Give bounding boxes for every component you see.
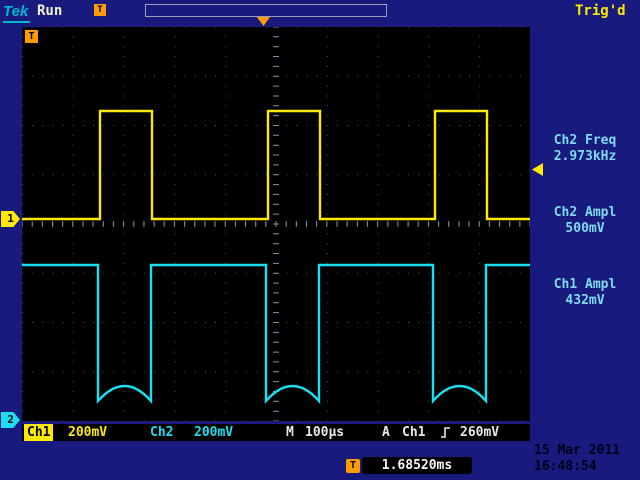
measurement-value: 432mV bbox=[533, 293, 637, 309]
trigger-time-t-icon: T bbox=[346, 459, 360, 473]
graticule: T bbox=[22, 27, 530, 421]
acquisition-state-label: Run bbox=[37, 3, 62, 19]
trigger-level-t-icon: T bbox=[25, 30, 38, 43]
ch2-trace bbox=[22, 265, 530, 401]
trigger-time-value: 1.68520ms bbox=[362, 457, 472, 474]
ch1-scale-badge: Ch1 bbox=[24, 424, 53, 441]
timebase-label: M bbox=[286, 424, 294, 441]
rising-edge-icon bbox=[440, 426, 451, 444]
measurement-ch2-freq: Ch2 Freq 2.973kHz bbox=[533, 133, 637, 165]
oscilloscope-screen: { "topbar": { "logo": "Tek", "acq_state"… bbox=[0, 0, 640, 480]
datetime-display: 15 Mar 2011 16:48:54 bbox=[534, 443, 620, 475]
trigger-status-label: Trig'd bbox=[575, 3, 626, 19]
channel-readout-bar: Ch1 200mV Ch2 200mV M 100µs A Ch1 260mV bbox=[22, 424, 530, 441]
date-label: 15 Mar 2011 bbox=[534, 443, 620, 459]
waveform-layer bbox=[22, 27, 530, 421]
trigger-level-value: 260mV bbox=[460, 424, 499, 441]
measurement-ch1-ampl: Ch1 Ampl 432mV bbox=[533, 277, 637, 309]
ch1-volts-per-div: 200mV bbox=[68, 424, 107, 441]
tek-logo: Tek bbox=[3, 3, 30, 23]
trigger-source-label: Ch1 bbox=[402, 424, 425, 441]
trigger-mode-label: A bbox=[382, 424, 390, 441]
measurement-label: Ch2 Ampl bbox=[533, 205, 637, 221]
ch2-position-marker: 2 bbox=[1, 412, 20, 428]
measurement-label: Ch2 Freq bbox=[533, 133, 637, 149]
ch2-volts-per-div: 200mV bbox=[194, 424, 233, 441]
trigger-position-arrow-icon bbox=[257, 17, 270, 26]
ch1-position-marker: 1 bbox=[1, 211, 20, 227]
measurement-ch2-ampl: Ch2 Ampl 500mV bbox=[533, 205, 637, 237]
measurement-label: Ch1 Ampl bbox=[533, 277, 637, 293]
measurement-value: 2.973kHz bbox=[533, 149, 637, 165]
ch1-trace bbox=[22, 111, 530, 219]
measurement-value: 500mV bbox=[533, 221, 637, 237]
timebase-value: 100µs bbox=[305, 424, 344, 441]
ch2-scale-label: Ch2 bbox=[150, 424, 173, 441]
acquisition-record-bar bbox=[145, 4, 387, 17]
trigger-t-icon: T bbox=[94, 4, 106, 16]
time-label: 16:48:54 bbox=[534, 459, 620, 475]
